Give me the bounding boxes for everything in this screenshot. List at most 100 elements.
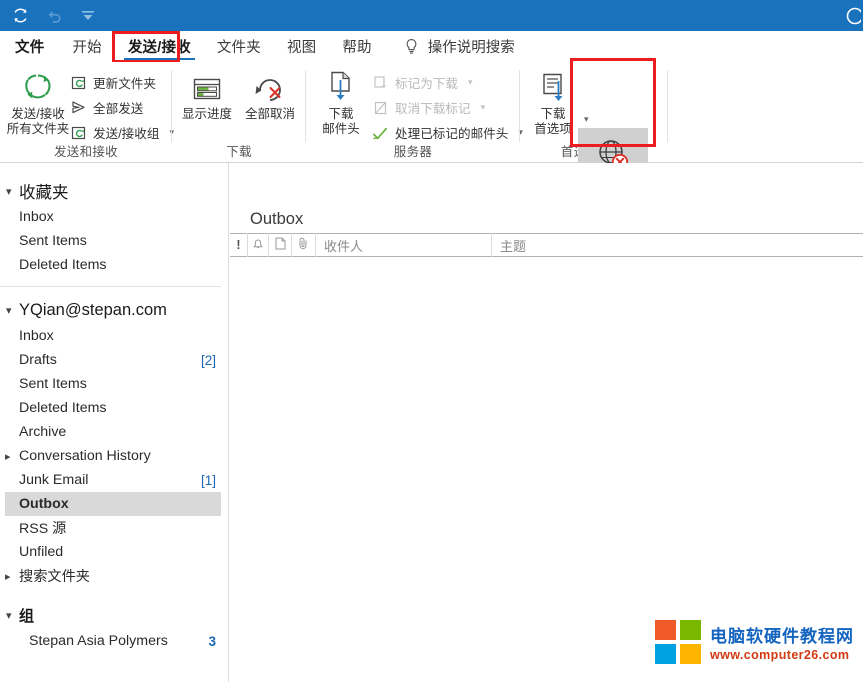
- tab-home[interactable]: 开始: [59, 31, 114, 62]
- chevron-down-icon[interactable]: ▾: [6, 185, 19, 198]
- chevron-right-icon[interactable]: ▸: [5, 570, 11, 583]
- send-all-icon: [70, 99, 87, 116]
- chevron-down-icon: ▾: [481, 102, 486, 113]
- bell-icon: [252, 238, 264, 253]
- ribbon-group-download: 显示进度 全部取消 下载: [172, 62, 306, 162]
- download-headers-button[interactable]: 下载 邮件头: [312, 68, 370, 137]
- sidebar-item-label: Sent Items: [19, 376, 87, 392]
- sidebar-item-label: Archive: [19, 424, 66, 440]
- account-header[interactable]: ▾ YQian@stepan.com: [0, 296, 228, 324]
- sidebar-item-outbox[interactable]: Outbox: [5, 492, 221, 516]
- groups-section: ▾ 组 Stepan Asia Polymers 3: [0, 601, 228, 653]
- importance-column-header[interactable]: !: [230, 233, 248, 257]
- download-preferences-line2: 首选项: [534, 122, 572, 137]
- process-marked-headers-icon: [372, 124, 389, 141]
- ribbon-tab-strip: 文件 开始 发送/接收 文件夹 视图 帮助 操作说明搜索: [0, 31, 863, 62]
- ribbon-tabs: 文件 开始 发送/接收 文件夹 视图 帮助 操作说明搜索: [0, 31, 863, 62]
- sidebar-item-stepan-asia-polymers[interactable]: Stepan Asia Polymers 3: [0, 629, 228, 653]
- sidebar-item-label: Outbox: [19, 496, 69, 512]
- sidebar-item-rss-feeds[interactable]: RSS 源: [0, 516, 228, 540]
- unmark-to-download-label: 取消下载标记: [395, 98, 471, 117]
- update-folder-label: 更新文件夹: [93, 73, 156, 92]
- reminder-column-header[interactable]: [248, 233, 269, 257]
- watermark-text: 电脑软硬件教程网 www.computer26.com: [710, 622, 854, 662]
- cancel-all-label: 全部取消: [245, 107, 295, 122]
- sidebar-item-label: Inbox: [19, 209, 54, 225]
- sidebar-item-sent-items[interactable]: Sent Items: [0, 372, 228, 396]
- chevron-right-icon[interactable]: ▸: [5, 450, 11, 463]
- message-list-column-headers: !: [230, 233, 863, 257]
- logo-square-4: [680, 644, 701, 664]
- message-list-pane: Outbox !: [230, 163, 863, 682]
- sidebar-item-label: Sent Items: [19, 233, 87, 249]
- attachment-column-header[interactable]: [292, 233, 316, 257]
- subject-column-header[interactable]: 主题: [492, 233, 863, 257]
- favorites-section: ▾ 收藏夹 Inbox Sent Items Deleted Items: [0, 163, 228, 277]
- show-progress-button[interactable]: 显示进度: [176, 68, 238, 122]
- tell-me-label: 操作说明搜索: [428, 36, 515, 57]
- tab-folder[interactable]: 文件夹: [204, 31, 274, 62]
- page-title: Outbox: [250, 210, 303, 229]
- to-column-header[interactable]: 收件人: [316, 233, 492, 257]
- sidebar-item-drafts[interactable]: Drafts [2]: [0, 348, 228, 372]
- groups-header[interactable]: ▾ 组: [0, 601, 228, 629]
- update-folder-icon: [70, 74, 87, 91]
- logo-square-2: [680, 620, 701, 640]
- sidebar-item-favorites-inbox[interactable]: Inbox: [0, 205, 228, 229]
- tab-file[interactable]: 文件: [0, 31, 59, 62]
- process-marked-headers-button[interactable]: 处理已标记的邮件头 ▾: [372, 123, 523, 142]
- chevron-down-icon[interactable]: ▾: [6, 304, 19, 317]
- sidebar-item-label: Drafts: [19, 352, 57, 368]
- account-header-label: YQian@stepan.com: [19, 301, 167, 320]
- sidebar-item-search-folders[interactable]: ▸ 搜索文件夹: [0, 564, 228, 588]
- download-headers-icon: [326, 68, 356, 104]
- chevron-down-icon[interactable]: ▾: [584, 114, 589, 125]
- tab-help[interactable]: 帮助: [329, 31, 384, 62]
- partial-circle-icon[interactable]: [839, 6, 861, 26]
- sync-icon[interactable]: [10, 6, 30, 26]
- favorites-header[interactable]: ▾ 收藏夹: [0, 177, 228, 205]
- sidebar-item-label: Deleted Items: [19, 400, 107, 416]
- customize-qat-icon[interactable]: [78, 6, 98, 26]
- sidebar-spacer: [0, 588, 228, 601]
- send-receive-groups-button[interactable]: 发送/接收组 ▾: [70, 123, 174, 142]
- sidebar-item-count: 3: [208, 634, 216, 649]
- sidebar-item-label: Inbox: [19, 328, 54, 344]
- send-all-button[interactable]: 全部发送: [70, 98, 143, 117]
- ribbon: 发送/接收 所有文件夹 更新文件夹: [0, 62, 863, 163]
- send-receive-all-folders-button[interactable]: 发送/接收 所有文件夹: [2, 68, 74, 137]
- send-all-label: 全部发送: [93, 98, 143, 117]
- undo-icon[interactable]: [44, 6, 64, 26]
- send-receive-groups-label: 发送/接收组: [93, 123, 159, 142]
- sidebar-item-deleted-items[interactable]: Deleted Items: [0, 396, 228, 420]
- sidebar-item-conversation-history[interactable]: ▸ Conversation History: [0, 444, 228, 468]
- icon-column-header[interactable]: [269, 233, 292, 257]
- tab-view[interactable]: 视图: [274, 31, 329, 62]
- sidebar-divider: [0, 286, 221, 287]
- cancel-all-button[interactable]: 全部取消: [238, 68, 302, 122]
- sidebar-item-inbox[interactable]: Inbox: [0, 324, 228, 348]
- tab-send-receive[interactable]: 发送/接收: [115, 31, 204, 62]
- sidebar-item-unfiled[interactable]: Unfiled: [0, 540, 228, 564]
- update-folder-button[interactable]: 更新文件夹: [70, 73, 156, 92]
- logo-square-1: [655, 620, 676, 640]
- ribbon-group-label-download: 下载: [172, 141, 306, 160]
- sidebar-item-label: RSS 源: [19, 518, 66, 538]
- chevron-down-icon[interactable]: ▾: [6, 609, 19, 622]
- quick-access-toolbar: [10, 0, 98, 31]
- ribbon-group-label-send-receive: 发送和接收: [0, 141, 172, 160]
- sidebar-item-junk-email[interactable]: Junk Email [1]: [0, 468, 228, 492]
- download-preferences-button[interactable]: 下载 首选项: [524, 68, 582, 137]
- sidebar-item-archive[interactable]: Archive: [0, 420, 228, 444]
- folder-pane: ▾ 收藏夹 Inbox Sent Items Deleted Items ▾ Y…: [0, 163, 229, 682]
- send-receive-groups-icon: [70, 124, 87, 141]
- group-separator: [667, 70, 668, 142]
- sidebar-item-label: Stepan Asia Polymers: [29, 633, 168, 649]
- sidebar-item-favorites-sent-items[interactable]: Sent Items: [0, 229, 228, 253]
- sidebar-item-favorites-deleted-items[interactable]: Deleted Items: [0, 253, 228, 277]
- sidebar-item-count: [1]: [201, 473, 216, 488]
- refresh-circle-icon: [21, 68, 55, 104]
- favorites-header-label: 收藏夹: [19, 179, 69, 203]
- mark-to-download-icon: [372, 74, 389, 91]
- tell-me-search[interactable]: 操作说明搜索: [385, 31, 515, 62]
